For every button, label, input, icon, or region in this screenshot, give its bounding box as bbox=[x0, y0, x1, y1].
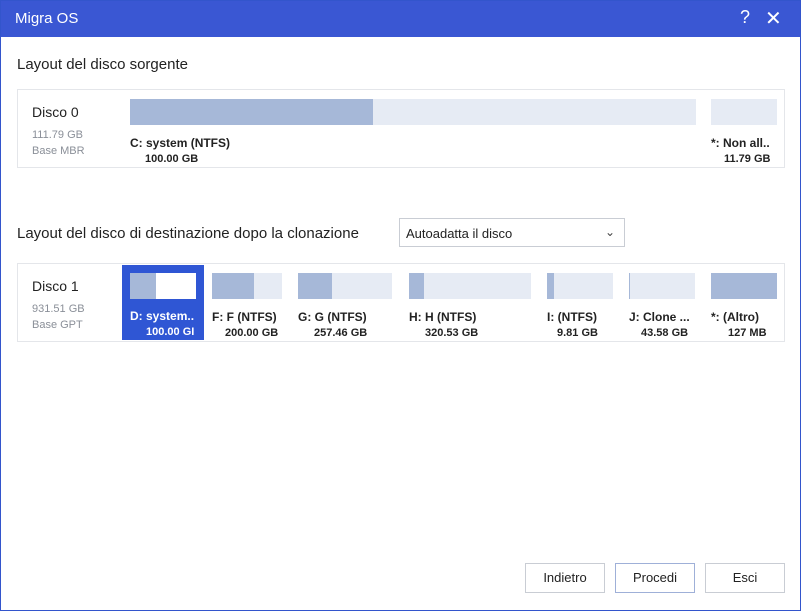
partition-used-fill bbox=[298, 273, 332, 299]
proceed-button[interactable]: Procedi bbox=[615, 563, 695, 593]
target-partition-g[interactable]: G: G (NTFS) 257.46 GB bbox=[298, 273, 392, 339]
layout-mode-value: Autoadatta il disco bbox=[406, 226, 513, 241]
partition-used-fill bbox=[629, 273, 630, 299]
back-button[interactable]: Indietro bbox=[525, 563, 605, 593]
partition-size: 100.00 GI bbox=[146, 326, 195, 338]
partition-used-fill bbox=[130, 273, 156, 299]
source-partition-unallocated[interactable]: *: Non all.. 11.79 GB bbox=[711, 99, 777, 165]
partition-label: G: G (NTFS) bbox=[298, 310, 367, 324]
partition-size: 43.58 GB bbox=[641, 327, 689, 339]
partition-label: H: H (NTFS) bbox=[409, 310, 477, 324]
partition-used-fill bbox=[130, 99, 373, 125]
target-section-title: Layout del disco di destinazione dopo la… bbox=[17, 225, 359, 242]
source-disk-size: 111.79 GB bbox=[32, 129, 83, 141]
partition-inner: D: system.. 100.00 GI bbox=[130, 273, 196, 338]
partition-size: 127 MB bbox=[728, 327, 767, 339]
source-section-title: Layout del disco sorgente bbox=[17, 56, 188, 73]
target-partition-h[interactable]: H: H (NTFS) 320.53 GB bbox=[409, 273, 531, 339]
close-icon[interactable]: ✕ bbox=[765, 6, 782, 31]
partition-label: D: system.. bbox=[130, 309, 195, 323]
target-partition-i[interactable]: I: (NTFS) 9.81 GB bbox=[547, 273, 613, 339]
window-title: Migra OS bbox=[15, 10, 79, 27]
partition-size: 9.81 GB bbox=[557, 327, 598, 339]
partition-label: *: (Altro) bbox=[711, 310, 759, 324]
partition-label: J: Clone ... bbox=[629, 310, 690, 324]
source-disk-type: Base MBR bbox=[32, 145, 85, 157]
migrate-os-dialog: Migra OS ? ✕ Layout del disco sorgente D… bbox=[0, 0, 801, 611]
title-bar: Migra OS ? ✕ bbox=[1, 1, 800, 37]
partition-size: 200.00 GB bbox=[225, 327, 279, 339]
source-partition-c[interactable]: C: system (NTFS) 100.00 GB bbox=[130, 99, 696, 165]
partition-label: *: Non all.. bbox=[711, 136, 770, 150]
partition-used-fill bbox=[409, 273, 424, 299]
partition-size: 100.00 GB bbox=[145, 153, 199, 165]
target-disk-panel: Disco 1 931.51 GB Base GPT D: system.. 1… bbox=[17, 263, 785, 342]
target-partition-j[interactable]: J: Clone ... 43.58 GB bbox=[629, 273, 695, 339]
partition-label: I: (NTFS) bbox=[547, 310, 597, 324]
partition-used-fill bbox=[212, 273, 254, 299]
chevron-down-icon: ⌄ bbox=[605, 225, 616, 239]
unallocated-bar bbox=[711, 99, 777, 125]
partition-bar bbox=[547, 273, 613, 299]
partition-used-fill bbox=[711, 273, 777, 299]
target-partition-other[interactable]: *: (Altro) 127 MB bbox=[711, 273, 777, 339]
partition-used-fill bbox=[547, 273, 554, 299]
target-partition-f[interactable]: F: F (NTFS) 200.00 GB bbox=[212, 273, 282, 339]
source-disk-name: Disco 0 bbox=[32, 104, 79, 120]
partition-size: 257.46 GB bbox=[314, 327, 368, 339]
layout-mode-dropdown[interactable]: Autoadatta il disco ⌄ bbox=[399, 218, 625, 247]
help-icon[interactable]: ? bbox=[740, 7, 750, 28]
partition-bar bbox=[409, 273, 531, 299]
source-disk-panel: Disco 0 111.79 GB Base MBR C: system (NT… bbox=[17, 89, 785, 168]
partition-size: 320.53 GB bbox=[425, 327, 479, 339]
partition-label: C: system (NTFS) bbox=[130, 136, 231, 150]
target-partition-d[interactable]: D: system.. 100.00 GI bbox=[122, 265, 204, 340]
target-disk-size: 931.51 GB bbox=[32, 303, 85, 315]
partition-size: 11.79 GB bbox=[724, 153, 771, 165]
cancel-button[interactable]: Esci bbox=[705, 563, 785, 593]
partition-bar bbox=[629, 273, 695, 299]
target-disk-name: Disco 1 bbox=[32, 278, 79, 294]
partition-label: F: F (NTFS) bbox=[212, 310, 277, 324]
target-disk-type: Base GPT bbox=[32, 319, 83, 331]
